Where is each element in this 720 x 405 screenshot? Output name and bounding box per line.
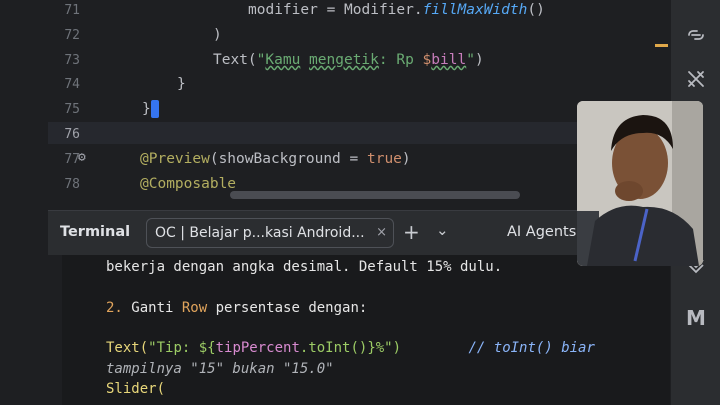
- code-token: @Preview: [140, 151, 210, 167]
- code-token: }: [177, 76, 186, 92]
- terminal-token: bekerja dengan angka desimal. Default 15…: [106, 259, 503, 275]
- terminal-line: Text("Tip: ${tipPercent.toInt()}%") // t…: [106, 339, 595, 357]
- code-line[interactable]: @Composable: [140, 175, 236, 193]
- code-token: }: [142, 101, 151, 117]
- code-token: @Composable: [140, 176, 237, 192]
- terminal-token: 2.: [106, 300, 132, 316]
- gradle-m-icon[interactable]: M: [683, 305, 709, 331]
- code-token: ): [401, 151, 411, 167]
- terminal-token: tampilnya "15" bukan "15.0": [106, 361, 334, 377]
- code-line[interactable]: }: [142, 100, 159, 118]
- build-tools-icon[interactable]: [683, 66, 709, 92]
- code-token: Kamu: [265, 52, 301, 68]
- terminal-token: // toInt() biar: [401, 340, 595, 356]
- code-token: mengetik: [309, 52, 379, 68]
- line-number: 73: [64, 53, 80, 68]
- line-number: 77: [64, 152, 80, 167]
- terminal-session-tab[interactable]: OC | Belajar p...kasi Android... ×: [146, 218, 394, 248]
- line-number: 72: [64, 28, 80, 43]
- code-line[interactable]: ): [213, 26, 222, 44]
- terminal-token: Ganti: [131, 300, 182, 316]
- code-token: $: [422, 52, 432, 68]
- webcam-overlay: [577, 101, 703, 266]
- terminal-title[interactable]: Terminal: [60, 224, 130, 240]
- code-token: (showBackground =: [209, 151, 367, 167]
- terminal-token: persentase dengan:: [207, 300, 368, 316]
- terminal-line: tampilnya "15" bukan "15.0": [106, 360, 334, 378]
- code-token: bill: [431, 52, 467, 68]
- code-token: Text(: [213, 52, 257, 68]
- code-line[interactable]: modifier = Modifier.fillMaxWidth(): [248, 1, 545, 19]
- terminal-line: bekerja dengan angka desimal. Default 15…: [106, 258, 502, 276]
- warning-marker[interactable]: [655, 44, 668, 47]
- close-icon[interactable]: ×: [376, 225, 387, 240]
- text-caret: [150, 100, 159, 118]
- code-token: ): [474, 52, 484, 68]
- terminal-line: Slider(: [106, 380, 165, 398]
- terminal-token: tipPercent: [215, 340, 300, 356]
- code-token: (): [527, 2, 545, 18]
- line-number: 76: [64, 127, 80, 142]
- ai-agents-tab[interactable]: AI Agents: [507, 224, 576, 240]
- line-number-gutter: 71 72 73 74 75 76 77 78: [48, 0, 128, 200]
- terminal-token: Slider(: [106, 381, 166, 397]
- presenter-video: [577, 101, 703, 266]
- horizontal-scrollbar[interactable]: [230, 191, 520, 199]
- code-token: modifier = Modifier.: [248, 2, 423, 18]
- terminal-token: Row: [181, 300, 208, 316]
- terminal-output[interactable]: bekerja dengan angka desimal. Default 15…: [62, 255, 670, 405]
- code-line[interactable]: @Preview(showBackground = true): [140, 150, 411, 168]
- line-number: 71: [64, 3, 80, 18]
- terminal-token: "Tip: ${: [148, 340, 216, 356]
- code-token: ): [213, 27, 222, 43]
- code-token: fillMaxWidth: [422, 2, 528, 18]
- terminal-line: 2. Ganti Row persentase dengan:: [106, 299, 367, 317]
- line-number: 74: [64, 77, 80, 92]
- code-line[interactable]: Text("Kamu mengetik: Rp $bill"): [213, 51, 484, 69]
- code-token: ": [466, 52, 475, 68]
- code-token: : Rp: [378, 52, 423, 68]
- link-icon[interactable]: [683, 22, 709, 48]
- line-number: 75: [64, 102, 80, 117]
- terminal-token: .toInt()}%"): [299, 340, 402, 356]
- add-terminal-button[interactable]: +: [403, 220, 420, 244]
- code-line[interactable]: }: [177, 75, 186, 93]
- preview-gear-icon[interactable]: ⚙: [78, 150, 86, 165]
- terminal-token: Text(: [106, 340, 149, 356]
- line-number: 78: [64, 177, 80, 192]
- chevron-down-icon[interactable]: ⌄: [436, 221, 449, 239]
- terminal-tab-label: OC | Belajar p...kasi Android...: [155, 225, 365, 241]
- code-editor[interactable]: 71 72 73 74 75 76 77 78 ⚙ modifier = Mod…: [0, 0, 670, 210]
- code-token: true: [366, 151, 402, 167]
